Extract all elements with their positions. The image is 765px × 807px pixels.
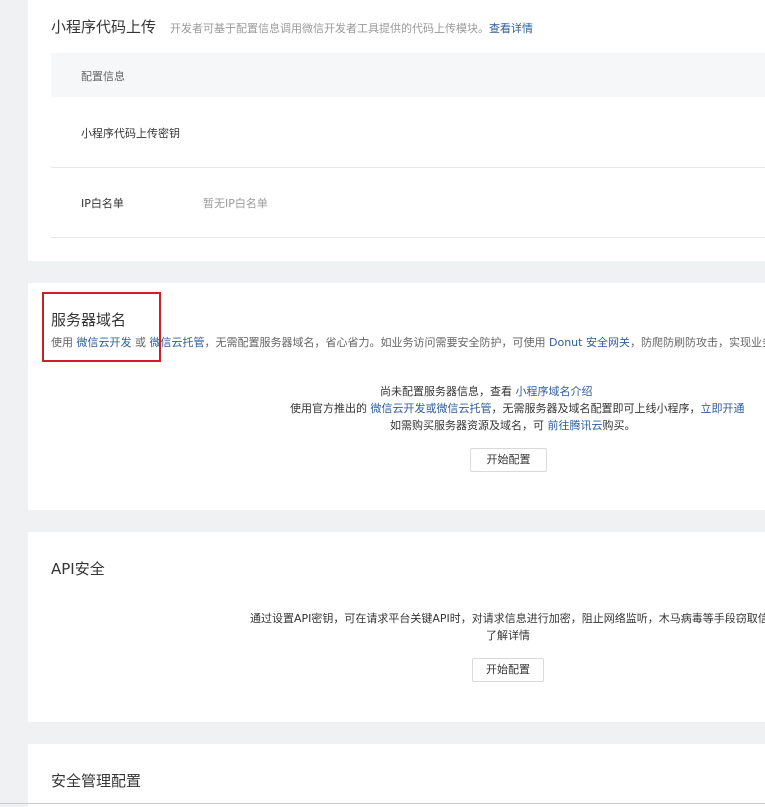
- tencent-cloud-link[interactable]: 前往腾讯云: [548, 419, 603, 432]
- api-security-title: API安全: [51, 560, 105, 578]
- server-domain-title: 服务器域名: [51, 311, 127, 329]
- activate-now-link[interactable]: 立即开通: [701, 402, 745, 415]
- notice-line-2: 使用官方推出的 微信云开发或微信云托管，无需服务器及域名配置即可上线小程序，立即…: [290, 400, 745, 416]
- wechat-cloud-hosting-link[interactable]: 微信云托管: [150, 336, 205, 349]
- row-label: IP白名单: [81, 197, 124, 210]
- row-label: 小程序代码上传密钥: [81, 127, 180, 140]
- table-row: IP白名单 暂无IP白名单: [51, 167, 765, 238]
- code-upload-desc: 开发者可基于配置信息调用微信开发者工具提供的代码上传模块。查看详情: [170, 20, 533, 36]
- view-details-link[interactable]: 查看详情: [489, 22, 533, 35]
- code-upload-desc-text: 开发者可基于配置信息调用微信开发者工具提供的代码上传模块。: [170, 22, 489, 35]
- sub-text: ，防爬防刷防攻击，实现业务安全: [629, 336, 765, 349]
- cloud-dev-hosting-link[interactable]: 微信云开发或微信云托管: [371, 402, 492, 415]
- learn-more-link[interactable]: 了解详情: [486, 627, 530, 643]
- notice-text: 使用官方推出的: [290, 402, 371, 415]
- sub-text: ，无需配置服务器域名，省心省力。如业务访问需要安全防护，可使用: [204, 336, 549, 349]
- bottom-divider: [0, 803, 765, 804]
- security-management-title: 安全管理配置: [51, 772, 142, 790]
- server-domain-subtitle: 使用 微信云开发 或 微信云托管，无需配置服务器域名，省心省力。如业务访问需要安…: [51, 334, 765, 350]
- sub-text: 或: [131, 336, 150, 349]
- wechat-cloud-dev-link[interactable]: 微信云开发: [77, 336, 132, 349]
- donut-gateway-link[interactable]: Donut 安全网关: [549, 336, 630, 349]
- api-security-card: API安全 通过设置API密钥，可在请求平台关键API时，对请求信息进行加密，阻…: [28, 532, 765, 722]
- server-domain-card: 服务器域名 使用 微信云开发 或 微信云托管，无需配置服务器域名，省心省力。如业…: [28, 283, 765, 510]
- notice-line-3: 如需购买服务器资源及域名，可 前往腾讯云购买。: [390, 417, 636, 433]
- sub-text: 使用: [51, 336, 77, 349]
- code-upload-title: 小程序代码上传: [51, 18, 157, 36]
- table-row: 小程序代码上传密钥: [51, 97, 765, 168]
- domain-intro-link[interactable]: 小程序域名介绍: [516, 385, 593, 398]
- notice-text: 如需购买服务器资源及域名，可: [390, 419, 548, 432]
- notice-text: 尚未配置服务器信息，查看: [380, 385, 516, 398]
- notice-text: 购买。: [602, 419, 636, 432]
- code-upload-card: 小程序代码上传 开发者可基于配置信息调用微信开发者工具提供的代码上传模块。查看详…: [28, 0, 765, 261]
- config-table-header: 配置信息: [51, 53, 765, 97]
- row-value: 暂无IP白名单: [203, 197, 268, 210]
- start-config-button[interactable]: 开始配置: [470, 448, 547, 472]
- api-security-desc: 通过设置API密钥，可在请求平台关键API时，对请求信息进行加密，阻止网络监听，…: [250, 612, 765, 625]
- notice-text: ，无需服务器及域名配置即可上线小程序，: [491, 402, 701, 415]
- config-header-label: 配置信息: [81, 70, 125, 83]
- notice-line-1: 尚未配置服务器信息，查看 小程序域名介绍: [380, 383, 593, 399]
- api-start-config-button[interactable]: 开始配置: [472, 658, 544, 682]
- security-management-card: 安全管理配置: [28, 744, 765, 807]
